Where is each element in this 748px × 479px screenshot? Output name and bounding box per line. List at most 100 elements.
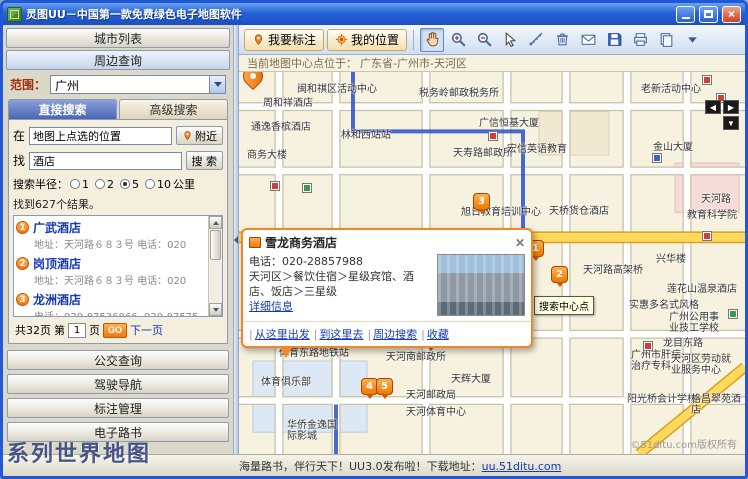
search-form: 在 附近 找 搜 索 搜索半径： 12510 xyxy=(8,119,228,344)
result-detail: 地址：天河路６８３号 电话：020 xyxy=(16,236,206,251)
sidebar-item[interactable]: 电子路书 xyxy=(7,422,229,442)
result-detail: 地址：天河路６８３号 电话：020 xyxy=(16,272,206,287)
result-detail: 电话：020-87536866, 020-87575… xyxy=(16,308,206,316)
pan-down-button[interactable]: ▼ xyxy=(723,116,739,130)
collapse-arrow-icon xyxy=(234,236,238,244)
popup-action-link[interactable]: 从这里出发 xyxy=(249,326,310,342)
sidebar-item[interactable]: 标注管理 xyxy=(7,398,229,418)
results-scrollbar[interactable] xyxy=(208,216,222,316)
radius-unit: 公里 xyxy=(173,176,195,192)
map-center-location: 广东省-广州市-天河区 xyxy=(360,55,467,71)
search-center-tooltip: 搜索中心点 xyxy=(534,296,594,315)
sidebar-item-city-list[interactable]: 城市列表 xyxy=(6,28,230,48)
poi-icon[interactable] xyxy=(653,154,661,162)
poi-icon[interactable] xyxy=(644,342,652,350)
radius-label: 搜索半径： xyxy=(13,176,68,192)
close-icon: × xyxy=(728,8,735,20)
scrollbar-up-arrow[interactable] xyxy=(209,216,222,229)
toolbar-separator xyxy=(413,30,414,50)
dropdown-arrow[interactable] xyxy=(680,28,704,52)
popup-action-link[interactable]: 周边搜索 xyxy=(367,326,417,342)
measure-tool[interactable] xyxy=(524,28,548,52)
maximize-icon xyxy=(704,10,713,18)
sidebar-item[interactable]: 驾驶导航 xyxy=(7,374,229,394)
zoom-out-tool[interactable] xyxy=(472,28,496,52)
radius-radio[interactable]: 5 xyxy=(120,178,139,191)
keyword-input[interactable] xyxy=(29,152,181,170)
hand-tool[interactable] xyxy=(420,28,444,52)
chevron-down-icon[interactable] xyxy=(209,76,225,93)
list-item[interactable]: 2 岗顶酒店 地址：天河路６８３号 电话：020 xyxy=(16,255,206,287)
sidebar-item-nearby-query[interactable]: 周边查询 xyxy=(6,50,230,70)
map-marker[interactable]: 2 xyxy=(551,266,568,283)
pan-right-button[interactable]: ▶ xyxy=(723,100,739,114)
select-tool[interactable] xyxy=(498,28,522,52)
search-tabs: 直接搜索高级搜索 xyxy=(5,97,231,119)
pin-icon xyxy=(182,130,193,141)
location-target-icon xyxy=(335,33,348,46)
result-name[interactable]: 岗顶酒店 xyxy=(33,255,81,272)
go-button[interactable]: GO xyxy=(103,323,127,338)
radius-radio[interactable]: 1 xyxy=(70,178,89,191)
map-copyright: ©51ditu.com版权所有 xyxy=(630,436,737,451)
status-text: 海量路书，伴行天下！UU3.0发布啦！下载地址： xyxy=(239,460,482,473)
download-link[interactable]: uu.51ditu.com xyxy=(482,460,562,473)
result-name[interactable]: 龙洲酒店 xyxy=(33,291,81,308)
next-page-link[interactable]: 下一页 xyxy=(130,322,163,338)
save-tool[interactable] xyxy=(602,28,626,52)
layers-tool[interactable] xyxy=(654,28,678,52)
poi-icon[interactable] xyxy=(303,184,311,192)
results-count: 找到627个结果。 xyxy=(13,196,223,212)
popup-action-link[interactable]: 收藏 xyxy=(421,326,449,342)
pan-left-button[interactable]: ◀ xyxy=(705,100,721,114)
list-item[interactable]: 3 龙洲酒店 电话：020-87536866, 020-87575… xyxy=(16,291,206,316)
result-name[interactable]: 广武酒店 xyxy=(33,219,81,236)
hotel-photo xyxy=(437,254,525,316)
page-number-input[interactable] xyxy=(68,323,86,338)
sidebar-item[interactable]: 公交查询 xyxy=(7,350,229,370)
popup-close-icon[interactable]: ✕ xyxy=(515,237,525,249)
map-marker[interactable]: 5 xyxy=(376,378,393,395)
map-pane: 我要标注 我的位置 当前地图中心点位于：广东省-广州市-天河区 xyxy=(239,25,745,454)
minimize-button[interactable] xyxy=(676,6,695,23)
find-label: 找 xyxy=(13,152,25,169)
radius-radio[interactable]: 2 xyxy=(95,178,114,191)
delete-tool[interactable] xyxy=(550,28,574,52)
maximize-button[interactable] xyxy=(699,6,718,23)
poi-icon[interactable] xyxy=(271,182,279,190)
result-number-badge: 2 xyxy=(16,257,29,270)
tab-search[interactable]: 高级搜索 xyxy=(119,99,228,119)
city-select-value: 广州 xyxy=(51,76,209,93)
poi-icon[interactable] xyxy=(703,76,711,84)
tab-search[interactable]: 直接搜索 xyxy=(8,99,117,119)
popup-action-link[interactable]: 到这里去 xyxy=(314,326,364,342)
poi-icon[interactable] xyxy=(703,232,711,240)
range-label: 范围： xyxy=(10,76,46,93)
mail-tool[interactable] xyxy=(576,28,600,52)
location-input[interactable] xyxy=(29,127,172,145)
pushpin-icon xyxy=(252,33,265,46)
print-tool[interactable] xyxy=(628,28,652,52)
poi-info-popup: 雪龙商务酒店 ✕ 电话：020-28857988 天河区＞餐饮住宿＞星级宾馆、酒… xyxy=(241,228,533,348)
scrollbar-down-arrow[interactable] xyxy=(209,303,222,316)
app-window: 灵图UU－中国第一款免费绿色电子地图软件 × 城市列表 周边查询 范围： 广州 … xyxy=(0,0,748,479)
radius-radio[interactable]: 10 xyxy=(145,178,171,191)
my-location-button[interactable]: 我的位置 xyxy=(327,29,407,51)
result-number-badge: 1 xyxy=(16,221,29,234)
poi-icon[interactable] xyxy=(489,132,497,140)
map-pan-control: ◀ ▶ ▼ xyxy=(705,100,739,130)
close-button[interactable]: × xyxy=(722,6,741,23)
zoom-in-tool[interactable] xyxy=(446,28,470,52)
city-select[interactable]: 广州 xyxy=(50,75,226,94)
result-number-badge: 3 xyxy=(16,293,29,306)
scrollbar-thumb[interactable] xyxy=(210,230,221,260)
nearby-button[interactable]: 附近 xyxy=(176,126,223,145)
results-list-box: 1 广武酒店 地址：天河路６８３号 电话：020 2 岗顶酒店 xyxy=(13,215,223,317)
search-button[interactable]: 搜 索 xyxy=(186,151,224,170)
map-marker[interactable]: 3 xyxy=(473,193,490,210)
detail-link[interactable]: 详细信息 xyxy=(249,300,293,313)
list-item[interactable]: 1 广武酒店 地址：天河路６８３号 电话：020 xyxy=(16,219,206,251)
map-canvas[interactable]: 闽和祺区活动中心税务岭邮政税务所老新活动中心周和祥酒店通逸香槟酒店林和西站站广信… xyxy=(239,72,745,454)
poi-icon[interactable] xyxy=(729,310,737,318)
annotate-button[interactable]: 我要标注 xyxy=(244,29,324,51)
